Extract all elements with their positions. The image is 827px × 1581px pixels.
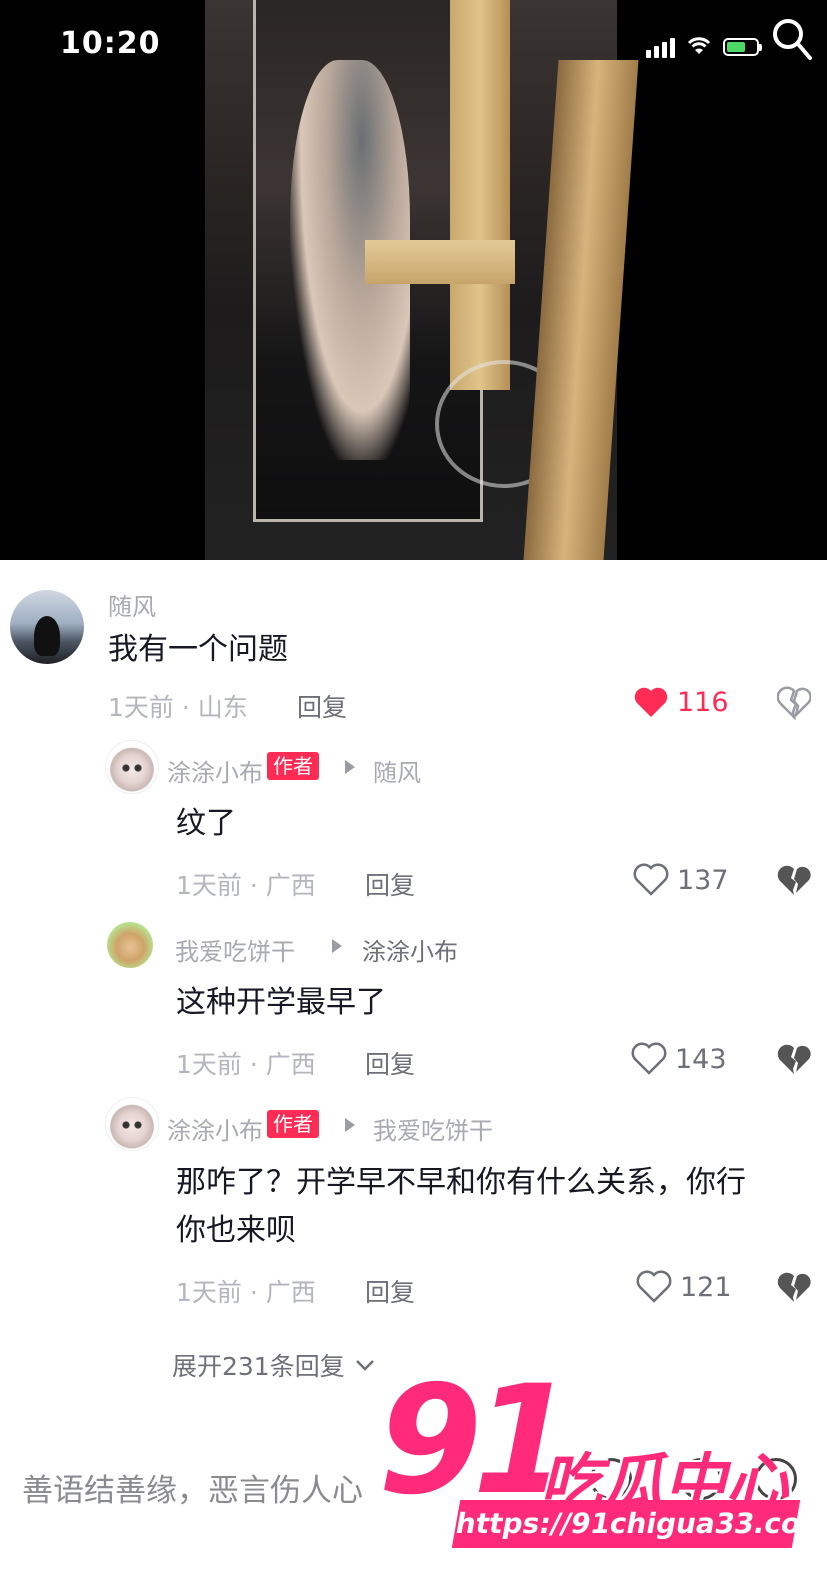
broken-heart-icon[interactable]: [777, 686, 811, 720]
author-badge: 作者: [267, 752, 319, 780]
comment-text-line[interactable]: 那咋了？开学早不早和你有什么关系，你行: [176, 1159, 746, 1207]
avatar[interactable]: [105, 740, 159, 794]
video-player[interactable]: 10:20: [0, 0, 827, 560]
reply-username[interactable]: 涂涂小布: [167, 1111, 263, 1146]
battery-icon: [723, 38, 762, 56]
signal-icon: [646, 36, 675, 58]
expand-replies-label: 展开231条回复: [172, 1352, 345, 1381]
reply-arrow-icon: [345, 760, 355, 774]
comment-text[interactable]: 我有一个问题: [108, 626, 288, 674]
avatar[interactable]: [105, 1097, 159, 1151]
reply-button[interactable]: 回复: [365, 1045, 415, 1081]
reply-button[interactable]: 回复: [365, 866, 415, 902]
comment-input[interactable]: 善语结善缘，恶言伤人心: [22, 1465, 363, 1510]
comment-location: 广西: [265, 1050, 316, 1079]
heart-icon: [631, 1042, 667, 1075]
reply-button[interactable]: 回复: [297, 688, 347, 724]
comment-location: 山东: [197, 693, 248, 722]
watermark-logo-number: 91: [378, 1354, 577, 1528]
comment-time: 1天前: [176, 871, 242, 900]
reply-username[interactable]: 涂涂小布: [167, 753, 263, 788]
like-button[interactable]: 116: [633, 685, 729, 719]
author-badge: 作者: [267, 1110, 319, 1138]
comment-text-line[interactable]: 你也来呗: [176, 1207, 296, 1255]
broken-heart-icon[interactable]: [777, 864, 811, 898]
like-count: 143: [675, 1043, 727, 1075]
chevron-down-icon: [355, 1360, 374, 1371]
status-time: 10:20: [60, 26, 161, 61]
comment-time: 1天前: [176, 1278, 242, 1307]
comment-time: 1天前: [108, 693, 174, 722]
comment-meta: 1天前 · 广西: [176, 871, 316, 900]
reply-username[interactable]: 我爱吃饼干: [175, 932, 295, 967]
reply-button[interactable]: 回复: [365, 1273, 415, 1309]
like-count: 121: [680, 1271, 732, 1303]
watermark-url: https://91chigua33.com: [451, 1500, 827, 1548]
heart-icon: [634, 687, 668, 717]
comment-meta: 1天前 · 广西: [176, 1278, 316, 1307]
like-count: 116: [677, 686, 729, 718]
video-wood-post: [523, 60, 639, 560]
comment-meta: 1天前 · 广西: [176, 1050, 316, 1079]
like-count: 137: [677, 864, 729, 896]
like-button[interactable]: 143: [631, 1042, 727, 1076]
comment-text[interactable]: 这种开学最早了: [176, 979, 386, 1027]
reply-arrow-icon: [345, 1118, 355, 1132]
reply-target[interactable]: 涂涂小布: [362, 932, 458, 967]
avatar[interactable]: [107, 922, 153, 968]
video-frame: [205, 0, 639, 560]
search-icon[interactable]: [770, 14, 814, 62]
video-bed-post: [450, 0, 510, 390]
heart-icon: [633, 863, 669, 896]
reply-target[interactable]: 随风: [373, 753, 421, 788]
like-button[interactable]: 137: [633, 863, 729, 897]
wifi-icon: [685, 34, 713, 60]
video-bed-rail: [365, 240, 515, 284]
reply-arrow-icon: [332, 939, 342, 953]
comment-username[interactable]: 随风: [108, 587, 156, 622]
broken-heart-icon[interactable]: [777, 1043, 811, 1077]
comment-location: 广西: [265, 871, 316, 900]
comment-time: 1天前: [176, 1050, 242, 1079]
heart-icon: [636, 1270, 672, 1303]
reply-target[interactable]: 我爱吃饼干: [373, 1111, 493, 1146]
comment-text[interactable]: 纹了: [176, 800, 236, 848]
comment-location: 广西: [265, 1278, 316, 1307]
avatar[interactable]: [10, 590, 84, 664]
comment-meta: 1天前 · 山东: [108, 693, 248, 722]
expand-replies-button[interactable]: 展开231条回复: [172, 1347, 375, 1383]
broken-heart-icon[interactable]: [777, 1271, 811, 1305]
status-icons: [646, 34, 762, 60]
like-button[interactable]: 121: [636, 1270, 732, 1304]
